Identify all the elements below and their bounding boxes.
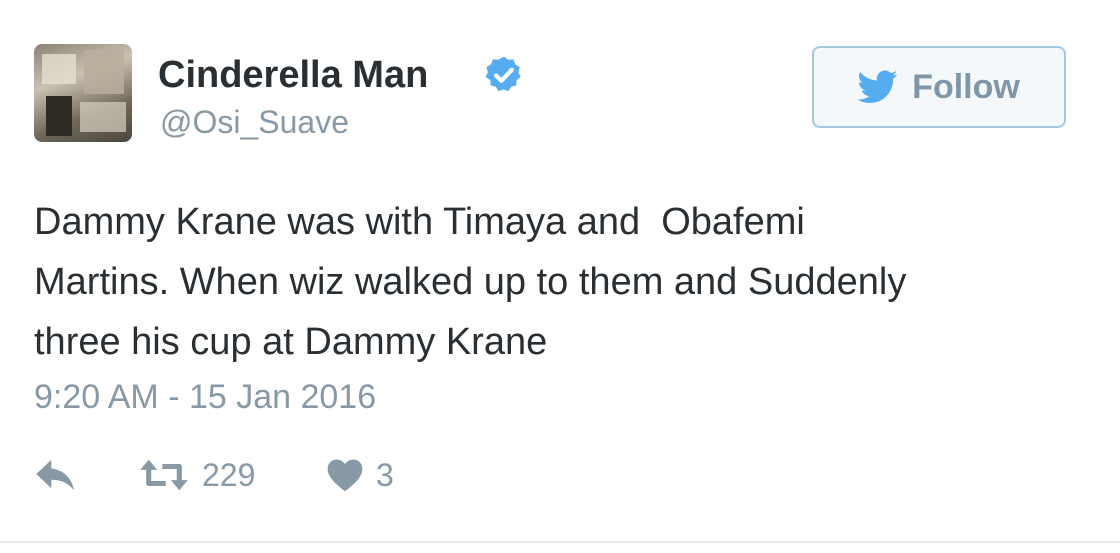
tweet-text: Dammy Krane was with Timaya and Obafemi …	[34, 192, 1094, 372]
avatar[interactable]	[34, 44, 132, 142]
follow-button-label: Follow	[912, 67, 1020, 106]
verified-badge-icon	[485, 56, 521, 92]
divider	[0, 541, 1120, 543]
tweet-text-line: three his cup at Dammy Krane	[34, 321, 548, 363]
retweet-count: 229	[202, 456, 256, 493]
tweet-timestamp[interactable]: 9:20 AM - 15 Jan 2016	[34, 378, 376, 417]
display-name[interactable]: Cinderella Man	[158, 54, 428, 97]
like-count: 3	[376, 456, 394, 493]
tweet-text-line: Martins. When wiz walked up to them and …	[34, 261, 907, 303]
reply-icon	[36, 459, 74, 491]
heart-icon	[327, 459, 363, 492]
follow-button[interactable]: Follow	[812, 46, 1066, 128]
reply-button[interactable]	[34, 450, 80, 500]
twitter-bird-icon	[858, 70, 898, 103]
retweet-button[interactable]: 229	[138, 450, 255, 500]
user-handle[interactable]: @Osi_Suave	[160, 104, 349, 141]
like-button[interactable]: 3	[326, 450, 394, 500]
retweet-icon	[140, 459, 188, 491]
tweet-card: Cinderella Man @Osi_Suave Follow Dammy K…	[0, 0, 1120, 553]
tweet-text-line: Dammy Krane was with Timaya and Obafemi	[34, 201, 805, 243]
